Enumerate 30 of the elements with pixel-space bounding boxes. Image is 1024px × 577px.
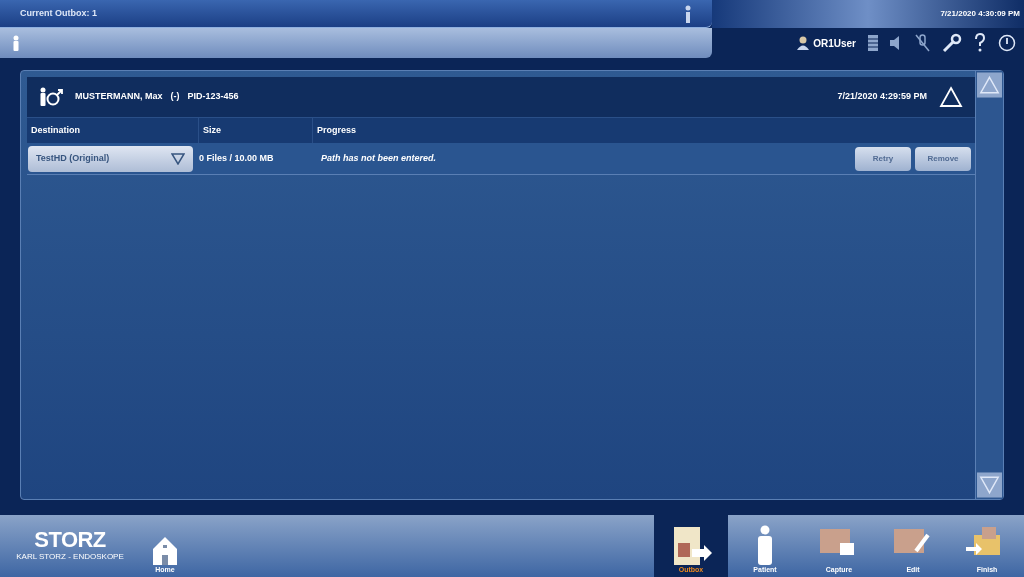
info-icon[interactable] (684, 4, 692, 23)
logo-subtitle: KARL STORZ - ENDOSKOPE (16, 551, 124, 563)
patient-name: MUSTERMANN, Max (75, 90, 163, 104)
system-datetime: 7/21/2020 4:30:09 PM (940, 8, 1020, 20)
dropdown-caret-icon (171, 152, 185, 165)
patient-id: PID-123-456 (187, 90, 239, 104)
exam-datetime: 7/21/2020 4:29:59 PM (837, 90, 927, 104)
patient-icon (758, 524, 772, 565)
storz-logo: STORZ (34, 529, 106, 551)
scroll-down-icon[interactable] (976, 471, 1003, 499)
column-header: Progress (316, 123, 358, 137)
destination-dropdown[interactable]: TestHD (Original) (28, 145, 193, 172)
help-icon[interactable] (974, 33, 986, 53)
home-icon (151, 534, 179, 565)
progress-cell-text: Path has not been entered. (320, 151, 438, 165)
size-cell-text: 0 Files / 10.00 MB (199, 151, 275, 165)
scrollbar[interactable] (975, 71, 1003, 499)
scroll-up-icon[interactable] (976, 71, 1003, 99)
user-icon (797, 36, 810, 50)
male-patient-icon (39, 87, 63, 107)
collapse-triangle-icon[interactable] (939, 86, 963, 108)
person-icon (12, 35, 20, 51)
muted-microphone-icon[interactable] (914, 34, 930, 52)
action-button[interactable]: Retry (855, 146, 911, 171)
outbox-title: Current Outbox: 1 (20, 6, 97, 20)
user-name: OR1User (813, 36, 856, 51)
patient-sex: (-) (170, 90, 180, 104)
power-icon[interactable] (998, 34, 1016, 52)
action-button[interactable]: Remove (915, 146, 971, 171)
speaker-icon[interactable] (890, 36, 902, 50)
